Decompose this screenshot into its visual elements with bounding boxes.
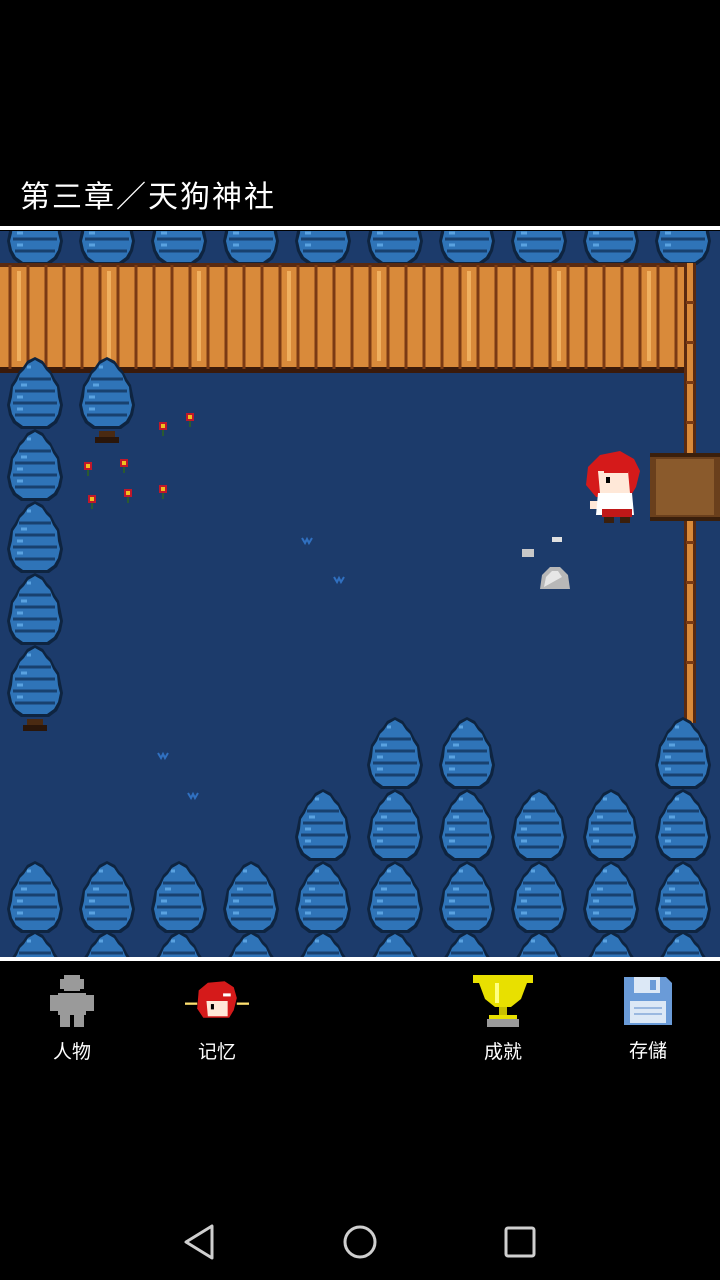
save-button[interactable]: 存儲: [593, 973, 703, 1063]
characters-label: 人物: [52, 1041, 91, 1063]
system-navigation-bar: [0, 1200, 720, 1280]
chapter-title: 第三章／天狗神社: [20, 180, 276, 215]
red-hair-girl-icon: [185, 973, 249, 1029]
chapter-header: 第三章／天狗神社: [0, 160, 720, 226]
person-silhouette-icon: [40, 973, 104, 1029]
game-toolbar: 人物 记忆 成就 存儲: [0, 963, 720, 1083]
floppy-disk-icon: [616, 973, 680, 1028]
save-label: 存儲: [628, 1040, 667, 1062]
divider-bottom: [0, 957, 720, 961]
achievements-label: 成就: [483, 1041, 522, 1063]
divider-top: [0, 226, 720, 230]
memory-label: 记忆: [197, 1041, 236, 1063]
memory-button[interactable]: 记忆: [162, 973, 272, 1063]
home-circle-icon[interactable]: [336, 1218, 384, 1266]
characters-button[interactable]: 人物: [17, 973, 127, 1063]
game-map-view[interactable]: [0, 231, 720, 957]
wooden-sign[interactable]: [650, 453, 720, 521]
trophy-icon: [471, 973, 535, 1029]
back-triangle-icon[interactable]: [176, 1218, 224, 1266]
recents-square-icon[interactable]: [496, 1218, 544, 1266]
achievements-button[interactable]: 成就: [448, 973, 558, 1063]
